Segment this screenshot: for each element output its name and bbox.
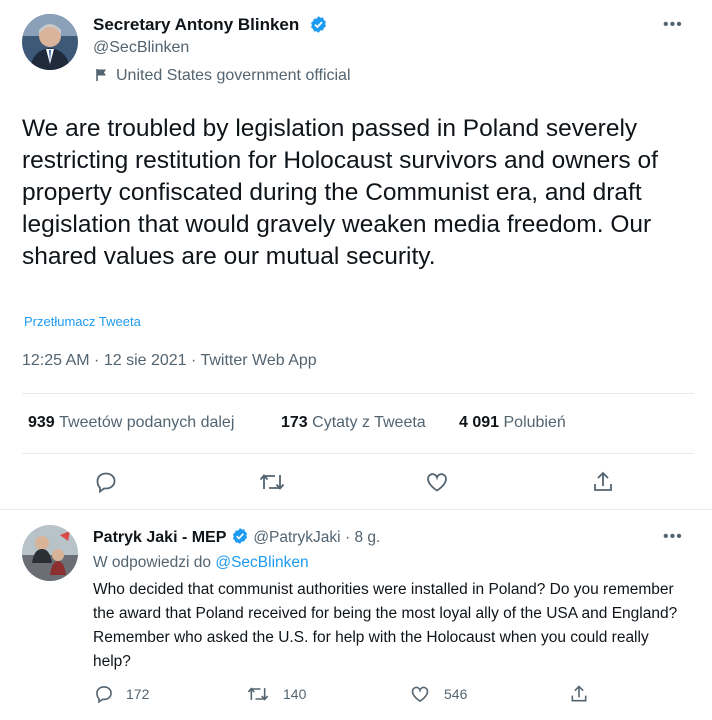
reply-retweet-button[interactable]: 140 [247, 684, 306, 704]
avatar-blinken[interactable] [22, 14, 78, 70]
reply-header: Patryk Jaki - MEP @PatrykJaki · 8 g. [93, 527, 380, 547]
retweet-icon[interactable] [259, 470, 285, 494]
gov-label: United States government official [116, 67, 351, 84]
divider [22, 393, 694, 394]
reply-author-handle[interactable]: @PatrykJaki [253, 529, 340, 546]
replying-prefix: W odpowiedzi do [93, 554, 212, 571]
tweet-text: We are troubled by legislation passed in… [22, 115, 658, 270]
reply-text: Who decided that communist authorities w… [93, 581, 678, 670]
verified-icon [309, 15, 328, 34]
divider [0, 509, 712, 510]
reply-author-name[interactable]: Patryk Jaki - MEP [93, 529, 226, 546]
divider [22, 453, 694, 454]
replying-to-link[interactable]: @SecBlinken [215, 554, 308, 571]
like-icon [411, 686, 429, 703]
quotes-label: Cytaty z Tweeta [312, 414, 426, 431]
retweet-icon [247, 687, 269, 701]
like-count: 546 [444, 686, 468, 702]
replying-to: W odpowiedzi do @SecBlinken [93, 554, 309, 572]
share-icon[interactable] [569, 684, 589, 704]
like-icon[interactable] [425, 470, 449, 494]
reply-reply-button[interactable]: 172 [94, 684, 149, 704]
likes-label: Polubień [503, 414, 566, 431]
retweets-label: Tweetów podanych dalej [59, 414, 235, 431]
retweets-count: 939 [28, 414, 55, 431]
share-icon[interactable] [591, 470, 615, 494]
likes-count: 4 091 [459, 414, 500, 431]
retweet-count: 140 [283, 686, 307, 702]
quotes-stat[interactable]: 173 Cytaty z Tweeta [281, 414, 426, 432]
reply-icon[interactable] [94, 470, 118, 494]
tweet-meta[interactable]: 12:25 AM · 12 sie 2021 · Twitter Web App [22, 352, 317, 370]
flag-icon [95, 68, 108, 82]
verified-icon [232, 528, 247, 544]
retweets-stat[interactable]: 939 Tweetów podanych dalej [28, 414, 234, 432]
reply-like-button[interactable]: 546 [410, 684, 467, 704]
reply-icon [96, 686, 112, 704]
author-handle[interactable]: @SecBlinken [93, 39, 189, 57]
avatar-jaki[interactable] [22, 525, 78, 581]
more-icon[interactable]: ••• [663, 528, 683, 546]
author-name[interactable]: Secretary Antony Blinken [93, 15, 299, 35]
likes-stat[interactable]: 4 091 Polubień [459, 414, 566, 432]
more-icon[interactable]: ••• [663, 16, 683, 34]
quotes-count: 173 [281, 414, 308, 431]
reply-count: 172 [126, 686, 150, 702]
translate-link[interactable]: Przetłumacz Tweeta [24, 314, 141, 329]
reply-time[interactable]: · 8 g. [345, 529, 380, 546]
